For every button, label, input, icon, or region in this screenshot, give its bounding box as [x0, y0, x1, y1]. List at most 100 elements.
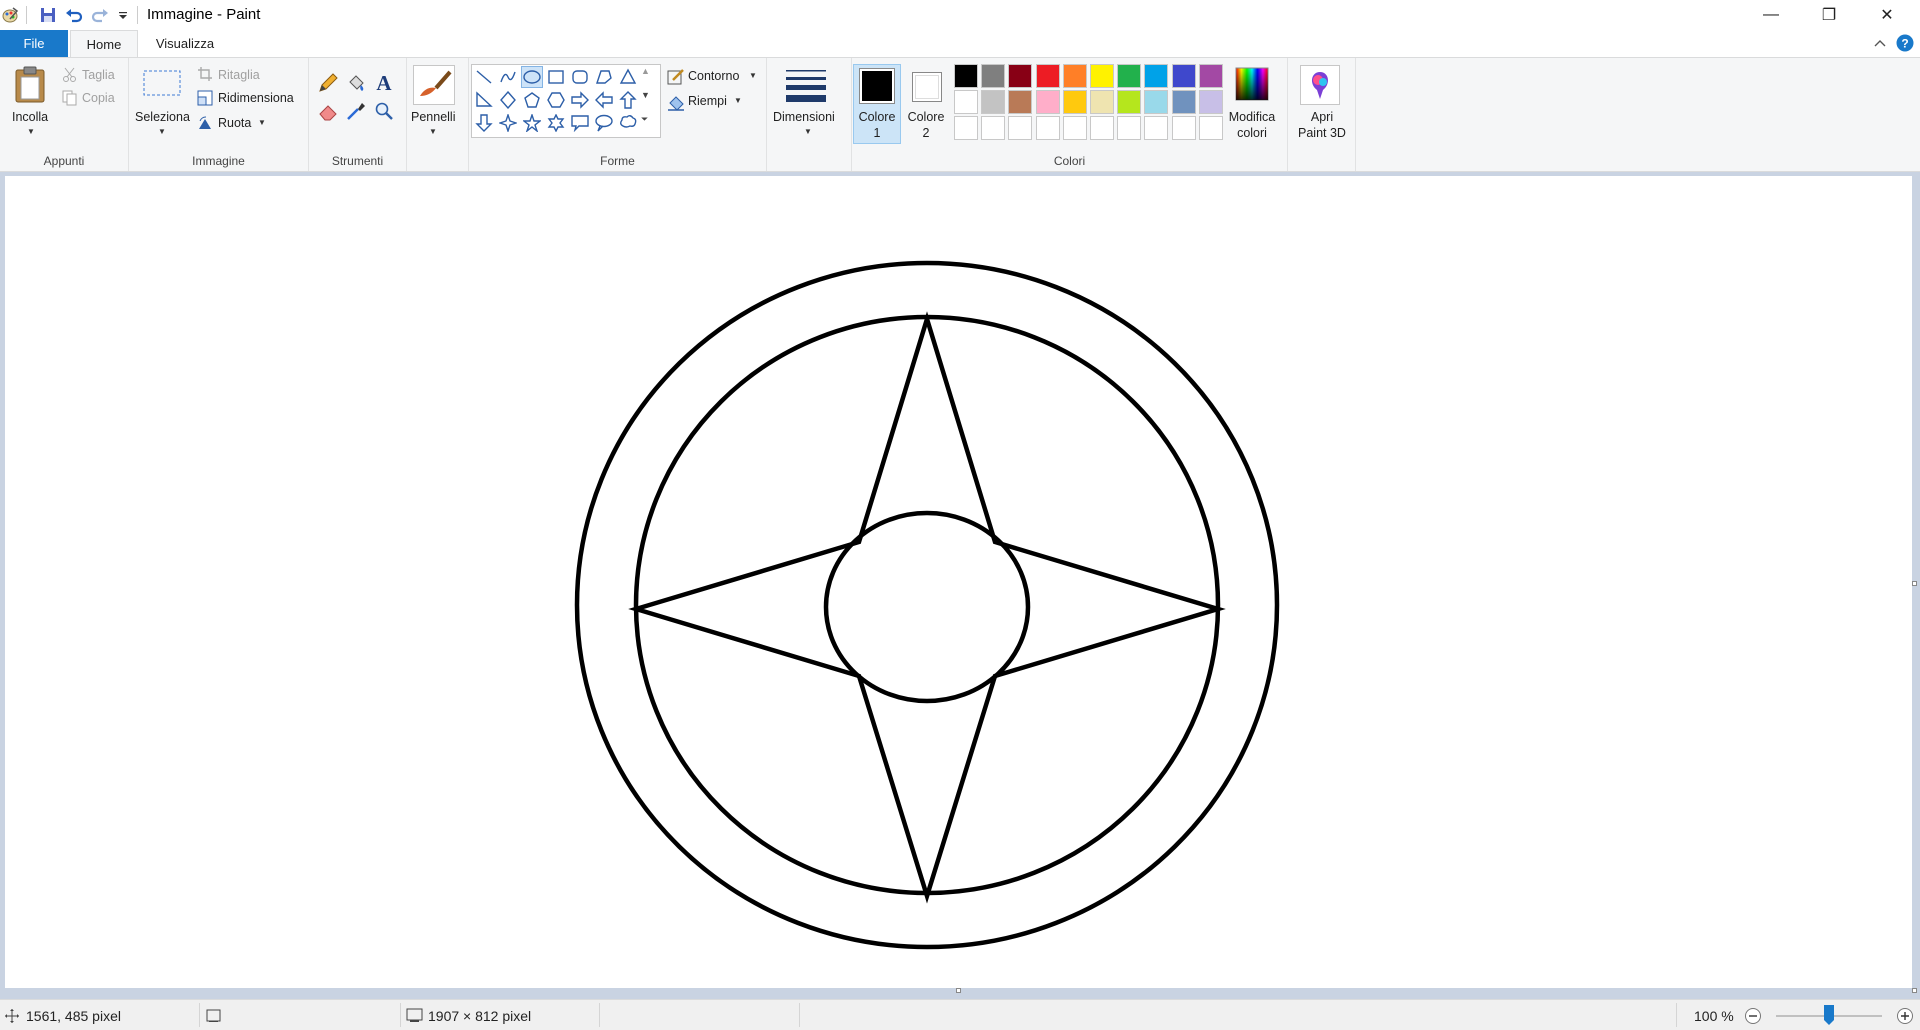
- brushes-button[interactable]: Pennelli: [411, 110, 455, 124]
- paint3d-icon[interactable]: [1300, 65, 1340, 105]
- color-swatch[interactable]: [1117, 90, 1142, 114]
- paste-dropdown[interactable]: ▼: [27, 127, 35, 136]
- save-icon[interactable]: [38, 5, 58, 25]
- shape-rect-callout[interactable]: [569, 112, 591, 134]
- paint3d-label[interactable]: Apri: [1292, 110, 1352, 124]
- color-swatch[interactable]: [1198, 90, 1223, 114]
- shape-rectangle[interactable]: [545, 66, 567, 88]
- copy-button[interactable]: Copia: [82, 91, 115, 105]
- resize-handle-bottom[interactable]: [956, 988, 961, 993]
- color-swatch[interactable]: [981, 64, 1006, 88]
- shape-polygon[interactable]: [593, 66, 615, 88]
- tab-file[interactable]: File: [0, 30, 68, 57]
- outline-icon[interactable]: [667, 68, 685, 89]
- eraser-icon[interactable]: [317, 100, 339, 125]
- minimize-button[interactable]: —: [1742, 0, 1800, 30]
- edit-colors-label[interactable]: Modifica: [1226, 110, 1278, 124]
- rotate-icon[interactable]: [197, 115, 213, 134]
- color-swatch[interactable]: [1090, 90, 1114, 114]
- fill-icon[interactable]: [345, 72, 367, 97]
- paste-button[interactable]: Incolla: [12, 110, 48, 124]
- edit-colors-icon[interactable]: [1234, 66, 1270, 105]
- color-swatch[interactable]: [1144, 64, 1169, 88]
- fill-button[interactable]: Riempi: [688, 94, 727, 108]
- color-swatch[interactable]: [1117, 64, 1142, 88]
- select-button[interactable]: Seleziona: [135, 110, 190, 124]
- paint-app-icon[interactable]: [0, 5, 20, 25]
- brushes-dropdown[interactable]: ▼: [429, 127, 437, 136]
- fill-dropdown[interactable]: ▼: [734, 96, 742, 105]
- select-icon[interactable]: [143, 70, 181, 99]
- size-icon[interactable]: [784, 68, 828, 107]
- undo-icon[interactable]: [64, 5, 84, 25]
- color2-button[interactable]: [912, 72, 942, 102]
- resize-handle-right[interactable]: [1912, 581, 1917, 586]
- paint3d-label-2[interactable]: Paint 3D: [1292, 126, 1352, 140]
- shape-diamond[interactable]: [497, 89, 519, 111]
- shapes-scroll-down[interactable]: ▼: [641, 90, 650, 100]
- paste-icon[interactable]: [12, 66, 48, 107]
- resize-handle-corner[interactable]: [1912, 988, 1917, 993]
- shape-oval[interactable]: [521, 66, 543, 88]
- shape-four-point-star[interactable]: [497, 112, 519, 134]
- rotate-button[interactable]: Ruota: [218, 116, 251, 130]
- shape-curve[interactable]: [497, 66, 519, 88]
- brush-icon[interactable]: [413, 65, 455, 105]
- color-swatch[interactable]: [1035, 90, 1060, 114]
- color-swatch[interactable]: [1171, 90, 1196, 114]
- resize-button[interactable]: Ridimensiona: [218, 91, 294, 105]
- shape-five-point-star[interactable]: [521, 112, 543, 134]
- color-swatch[interactable]: [1062, 64, 1087, 88]
- color-swatch[interactable]: [1008, 90, 1033, 114]
- tab-view[interactable]: Visualizza: [142, 30, 228, 57]
- color-swatch[interactable]: [1008, 64, 1033, 88]
- shape-hexagon[interactable]: [545, 89, 567, 111]
- shape-triangle[interactable]: [617, 66, 639, 88]
- magnifier-icon[interactable]: [373, 100, 395, 125]
- pencil-icon[interactable]: [317, 72, 339, 97]
- custom-color-slot[interactable]: [1171, 116, 1196, 140]
- shape-left-arrow[interactable]: [593, 89, 615, 111]
- custom-color-slot[interactable]: [1198, 116, 1223, 140]
- size-button[interactable]: Dimensioni: [773, 110, 835, 124]
- close-button[interactable]: ✕: [1858, 0, 1916, 30]
- rotate-dropdown[interactable]: ▼: [258, 118, 266, 127]
- resize-icon[interactable]: [197, 90, 213, 109]
- help-icon[interactable]: ?: [1896, 34, 1914, 55]
- drawing-canvas[interactable]: [5, 176, 1912, 988]
- shape-line[interactable]: [473, 66, 495, 88]
- custom-color-slot[interactable]: [954, 116, 978, 140]
- outline-dropdown[interactable]: ▼: [749, 71, 757, 80]
- crop-icon[interactable]: [197, 66, 213, 85]
- color-swatch[interactable]: [1144, 90, 1169, 114]
- shape-oval-callout[interactable]: [593, 112, 615, 134]
- select-dropdown[interactable]: ▼: [158, 127, 166, 136]
- shape-down-arrow[interactable]: [473, 112, 495, 134]
- copy-icon[interactable]: [62, 90, 78, 109]
- custom-color-slot[interactable]: [1035, 116, 1060, 140]
- color-swatch[interactable]: [954, 64, 978, 88]
- cut-button[interactable]: Taglia: [82, 68, 115, 82]
- tab-home[interactable]: Home: [70, 30, 138, 57]
- color-picker-icon[interactable]: [345, 100, 367, 125]
- outline-button[interactable]: Contorno: [688, 69, 739, 83]
- custom-color-slot[interactable]: [1062, 116, 1087, 140]
- shape-pentagon[interactable]: [521, 89, 543, 111]
- cut-icon[interactable]: [62, 67, 78, 86]
- color-swatch[interactable]: [1090, 64, 1114, 88]
- shape-up-arrow[interactable]: [617, 89, 639, 111]
- color-swatch[interactable]: [1062, 90, 1087, 114]
- text-icon[interactable]: A: [373, 70, 395, 97]
- shape-right-triangle[interactable]: [473, 89, 495, 111]
- collapse-ribbon-icon[interactable]: [1872, 35, 1888, 54]
- zoom-slider-thumb[interactable]: [1824, 1005, 1834, 1025]
- shape-cloud-callout[interactable]: [617, 112, 639, 134]
- crop-button[interactable]: Ritaglia: [218, 68, 260, 82]
- shapes-scroll-up[interactable]: ▲: [641, 66, 650, 76]
- color-swatch[interactable]: [1171, 64, 1196, 88]
- fill-shape-icon[interactable]: [667, 93, 685, 114]
- color-swatch[interactable]: [1035, 64, 1060, 88]
- size-dropdown[interactable]: ▼: [804, 127, 812, 136]
- customize-icon[interactable]: [113, 5, 133, 25]
- custom-color-slot[interactable]: [1090, 116, 1114, 140]
